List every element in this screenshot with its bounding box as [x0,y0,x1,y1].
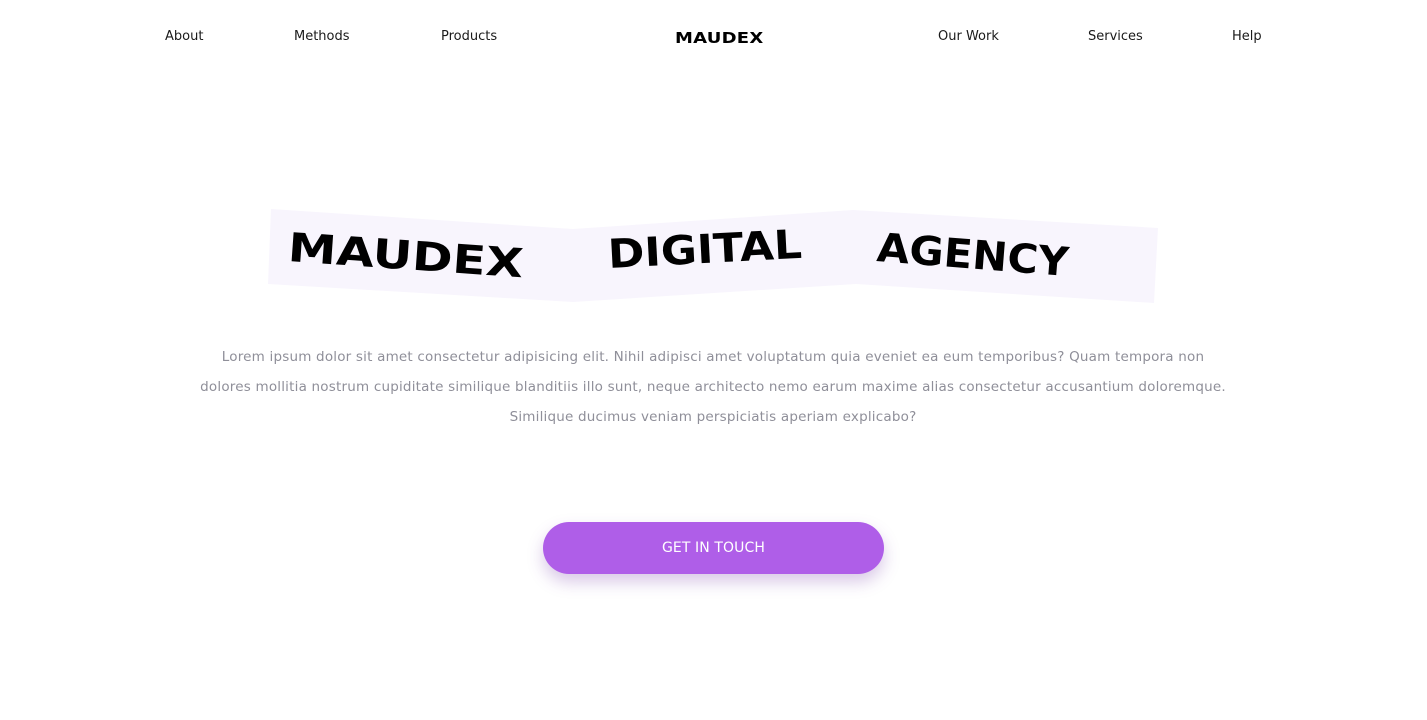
hero-title: MAUDEX DIGITAL AGENCY [268,208,1158,304]
nav-link-our-work[interactable]: Our Work [938,28,999,46]
nav-link-help[interactable]: Help [1232,28,1262,46]
hero-description: Lorem ipsum dolor sit amet consectetur a… [200,349,1226,425]
hero-word-digital: DIGITAL [606,221,804,278]
nav-link-products[interactable]: Products [441,28,497,46]
brand-logo[interactable]: MAUDEX [675,27,783,49]
nav-link-about[interactable]: About [165,28,203,46]
nav-link-methods[interactable]: Methods [294,28,350,46]
nav-link-services[interactable]: Services [1088,28,1143,46]
get-in-touch-button[interactable]: GET IN TOUCH [543,522,884,574]
